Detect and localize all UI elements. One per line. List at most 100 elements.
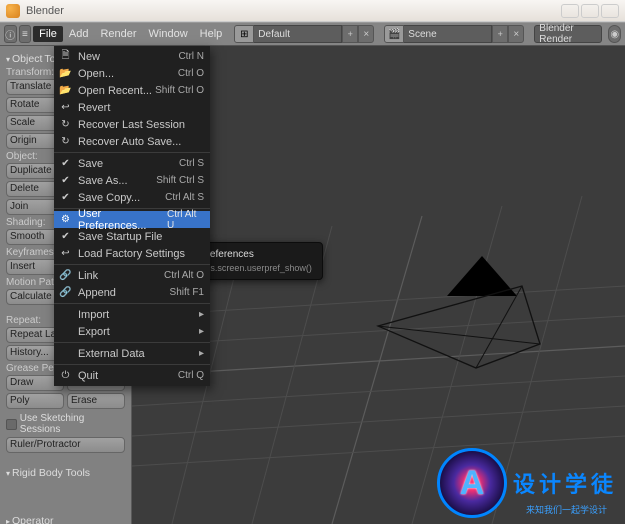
watermark-text: 设计学徒 bbox=[513, 467, 617, 499]
shortcut-label: Ctrl S bbox=[179, 158, 204, 169]
header-collapse-icon[interactable]: ≡ bbox=[19, 25, 32, 43]
gp-erase-button[interactable]: Erase bbox=[67, 393, 125, 409]
screen-browse-icon[interactable]: ⊞ bbox=[234, 25, 254, 43]
maximize-button[interactable] bbox=[581, 4, 599, 18]
close-button[interactable] bbox=[601, 4, 619, 18]
window-controls bbox=[561, 4, 619, 18]
menu-label: External Data bbox=[78, 348, 145, 360]
scene-browse-icon[interactable]: 🎬 bbox=[384, 25, 404, 43]
gp-poly-button[interactable]: Poly bbox=[6, 393, 64, 409]
doc-icon: 🗎 bbox=[59, 50, 72, 63]
menu-label: Open Recent... bbox=[78, 85, 152, 97]
scene-add-button[interactable]: + bbox=[492, 25, 508, 43]
scene-name[interactable]: Scene bbox=[404, 25, 492, 43]
layout-remove-button[interactable]: × bbox=[358, 25, 374, 43]
menu-window[interactable]: Window bbox=[143, 26, 194, 42]
shortcut-label: Shift Ctrl O bbox=[155, 85, 204, 96]
menu-file[interactable]: File bbox=[33, 26, 63, 42]
shortcut-label: Ctrl N bbox=[178, 51, 204, 62]
operator-panel-header[interactable]: Operator bbox=[6, 515, 125, 524]
menu-label: Save bbox=[78, 158, 103, 170]
menu-label: Recover Auto Save... bbox=[78, 136, 181, 148]
menu-label: Save As... bbox=[78, 175, 128, 187]
link-icon: 🔗 bbox=[59, 286, 72, 299]
menu-label: Save Copy... bbox=[78, 192, 140, 204]
layout-selector[interactable]: ⊞ Default + × bbox=[234, 25, 374, 43]
file-menu-open-recent[interactable]: 📂 Open Recent...Shift Ctrl O bbox=[54, 82, 210, 99]
watermark-badge: A bbox=[437, 448, 507, 518]
shortcut-label: Ctrl Alt O bbox=[164, 270, 204, 281]
folder-icon: 📂 bbox=[59, 84, 72, 97]
folder-icon: 📂 bbox=[59, 67, 72, 80]
submenu-arrow-icon: ▸ bbox=[199, 309, 204, 320]
rev-icon: ↩ bbox=[59, 101, 72, 114]
blender-org-icon[interactable]: ◉ bbox=[608, 25, 621, 43]
window-title: Blender bbox=[26, 5, 64, 17]
minimize-button[interactable] bbox=[561, 4, 579, 18]
file-menu-recover-auto-save[interactable]: ↻ Recover Auto Save... bbox=[54, 133, 210, 150]
file-menu-recover-last-session[interactable]: ↻ Recover Last Session bbox=[54, 116, 210, 133]
menu-label: Recover Last Session bbox=[78, 119, 185, 131]
watermark-sub: 来知我们一起学设计 bbox=[526, 503, 607, 516]
check-icon: ✔ bbox=[59, 191, 72, 204]
editor-type-icon[interactable]: ⓘ bbox=[4, 25, 17, 43]
shortcut-label: Ctrl Alt S bbox=[165, 192, 204, 203]
render-engine-dropdown[interactable]: Blender Render bbox=[534, 25, 602, 43]
file-menu-external-data[interactable]: External Data ▸ bbox=[54, 345, 210, 362]
menu-label: Import bbox=[78, 309, 109, 321]
blank-icon bbox=[59, 325, 72, 338]
submenu-arrow-icon: ▸ bbox=[199, 326, 204, 337]
check-icon: ✔ bbox=[59, 174, 72, 187]
menu-add[interactable]: Add bbox=[63, 26, 95, 42]
menu-label: Open... bbox=[78, 68, 114, 80]
file-menu-load-factory-settings[interactable]: ↩Load Factory Settings bbox=[54, 245, 210, 262]
layout-name[interactable]: Default bbox=[254, 25, 342, 43]
submenu-arrow-icon: ▸ bbox=[199, 348, 204, 359]
gear-icon: ⚙ bbox=[59, 213, 72, 226]
blank-icon bbox=[59, 347, 72, 360]
file-menu-revert[interactable]: ↩ Revert bbox=[54, 99, 210, 116]
menu-label: Export bbox=[78, 326, 110, 338]
camera-object[interactable] bbox=[372, 256, 572, 396]
check-icon: ✔ bbox=[59, 157, 72, 170]
menu-render[interactable]: Render bbox=[94, 26, 142, 42]
file-menu-save[interactable]: ✔ Save Ctrl S bbox=[54, 155, 210, 172]
shortcut-label: Shift Ctrl S bbox=[156, 175, 204, 186]
file-menu-save-startup-file[interactable]: ✔ Save Startup File bbox=[54, 228, 210, 245]
link-icon: 🔗 bbox=[59, 269, 72, 282]
sketch-sessions-checkbox[interactable]: Use Sketching Sessions bbox=[6, 413, 125, 435]
info-header: ⓘ ≡ FileAddRenderWindowHelp ⊞ Default + … bbox=[0, 22, 625, 46]
shortcut-label: Ctrl O bbox=[178, 68, 204, 79]
menu-label: Revert bbox=[78, 102, 110, 114]
main-area: Object Tools Transform: Translate Rotate… bbox=[0, 46, 625, 524]
file-menu-link[interactable]: 🔗 Link Ctrl Alt O bbox=[54, 267, 210, 284]
ruler-button[interactable]: Ruler/Protractor bbox=[6, 437, 125, 453]
rigid-body-header[interactable]: Rigid Body Tools bbox=[6, 467, 125, 479]
menu-help[interactable]: Help bbox=[194, 26, 229, 42]
quit-icon: ⏻ bbox=[59, 369, 72, 382]
scene-selector[interactable]: 🎬 Scene + × bbox=[384, 25, 524, 43]
menu-label: Quit bbox=[78, 370, 98, 382]
blank-icon bbox=[59, 308, 72, 321]
file-menu-new[interactable]: 🗎 New Ctrl N bbox=[54, 48, 210, 65]
file-menu-popup: 🗎NewCtrl N📂Open...Ctrl O📂Open Recent...S… bbox=[54, 46, 210, 386]
menu-label: Save Startup File bbox=[78, 231, 162, 243]
shortcut-label: Shift F1 bbox=[170, 287, 204, 298]
menu-label: Link bbox=[78, 270, 98, 282]
file-menu-save-copy[interactable]: ✔ Save Copy... Ctrl Alt S bbox=[54, 189, 210, 206]
scene-remove-button[interactable]: × bbox=[508, 25, 524, 43]
check-icon: ✔ bbox=[59, 230, 72, 243]
file-menu-user-preferences[interactable]: ⚙User Preferences...Ctrl Alt U bbox=[54, 211, 210, 228]
file-menu-export[interactable]: Export ▸ bbox=[54, 323, 210, 340]
file-menu-quit[interactable]: ⏻QuitCtrl Q bbox=[54, 367, 210, 384]
layout-add-button[interactable]: + bbox=[342, 25, 358, 43]
file-menu-append[interactable]: 🔗AppendShift F1 bbox=[54, 284, 210, 301]
recov-icon: ↻ bbox=[59, 118, 72, 131]
blender-app-icon bbox=[6, 4, 20, 18]
recov-icon: ↻ bbox=[59, 135, 72, 148]
file-menu-open[interactable]: 📂 Open... Ctrl O bbox=[54, 65, 210, 82]
file-menu-import[interactable]: Import ▸ bbox=[54, 306, 210, 323]
file-menu-save-as[interactable]: ✔ Save As... Shift Ctrl S bbox=[54, 172, 210, 189]
watermark: A 设计学徒 来知我们一起学设计 bbox=[437, 448, 617, 518]
menu-label: New bbox=[78, 51, 100, 63]
